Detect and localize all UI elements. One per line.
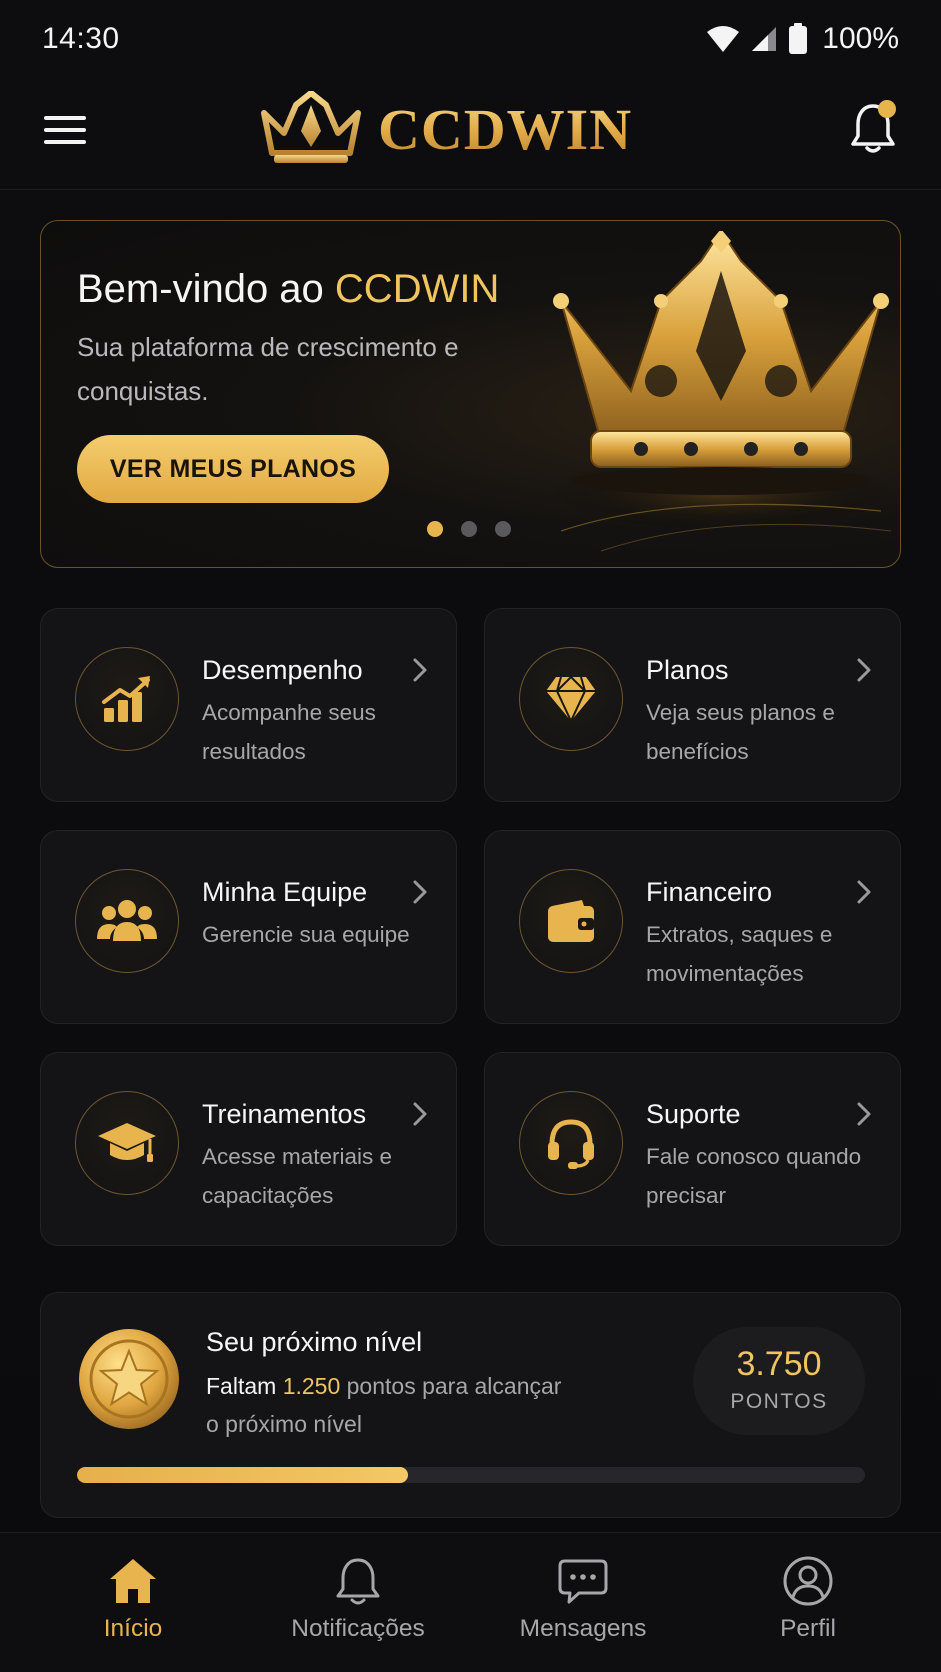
hero-title-brand: CCDWIN	[334, 267, 500, 311]
wallet-icon	[548, 900, 594, 942]
level-suffix: pontos para alcançar	[346, 1373, 562, 1399]
level-description-line2: o próximo nível	[206, 1411, 362, 1437]
nav-label: Início	[103, 1615, 163, 1642]
card-icon-circle	[75, 1091, 179, 1195]
card-suporte[interactable]: Suporte Fale conosco quando precisar	[484, 1052, 901, 1246]
level-progress-bar	[77, 1467, 865, 1483]
card-icon-circle	[519, 647, 623, 751]
carousel-indicators	[427, 521, 511, 537]
hero-title-prefix: Bem-vindo ao	[77, 267, 335, 311]
status-time: 14:30	[42, 22, 120, 55]
menu-bar	[44, 140, 86, 144]
nav-perfil[interactable]: Perfil	[708, 1555, 908, 1665]
menu-bar	[44, 128, 86, 132]
points-value: 3.750	[736, 1345, 822, 1383]
chevron-right-icon	[413, 1102, 427, 1126]
brand-logo: CCDWIN	[258, 86, 632, 172]
card-title: Financeiro	[646, 877, 773, 907]
bell-icon	[336, 1558, 380, 1605]
points-badge: 3.750 PONTOS	[693, 1327, 865, 1435]
card-minha-equipe[interactable]: Minha Equipe Gerencie sua equipe	[40, 830, 457, 1024]
card-title: Desempenho	[202, 655, 363, 685]
headset-icon	[548, 1119, 594, 1169]
card-description: Acompanhe seus resultados	[202, 700, 376, 764]
card-treinamentos[interactable]: Treinamentos Acesse materiais e capacita…	[40, 1052, 457, 1246]
bottom-navigation: Início Notificações Mensagens Perfil	[0, 1532, 941, 1672]
nav-label: Mensagens	[519, 1615, 647, 1642]
card-description: Gerencie sua equipe	[202, 922, 410, 947]
nav-notificacoes[interactable]: Notificações	[258, 1555, 458, 1665]
team-icon	[97, 900, 157, 941]
graduation-cap-icon	[98, 1123, 156, 1162]
level-prefix: Faltam	[206, 1373, 277, 1399]
notification-badge	[878, 100, 896, 118]
card-icon-circle	[519, 1091, 623, 1195]
carousel-dot[interactable]	[427, 521, 443, 537]
brand-name: CCDWIN	[378, 96, 633, 162]
star-coin-icon	[79, 1329, 179, 1429]
chat-icon	[558, 1559, 608, 1604]
menu-bar	[44, 116, 86, 120]
notifications-button[interactable]	[850, 100, 900, 160]
next-level-card[interactable]: Seu próximo nível Faltam 1.250 pontos pa…	[40, 1292, 901, 1518]
card-title: Suporte	[646, 1099, 741, 1129]
carousel-dot[interactable]	[461, 521, 477, 537]
chevron-right-icon	[413, 880, 427, 904]
level-progress-fill	[77, 1467, 408, 1483]
card-desempenho[interactable]: Desempenho Acompanhe seus resultados	[40, 608, 457, 802]
wifi-icon	[707, 26, 740, 52]
status-bar: 14:30 100%	[0, 0, 941, 78]
card-description: Fale conosco quando precisar	[646, 1144, 862, 1208]
card-title: Treinamentos	[202, 1099, 367, 1129]
crown-logo-icon	[261, 91, 361, 163]
profile-icon	[783, 1556, 833, 1606]
nav-mensagens[interactable]: Mensagens	[483, 1555, 683, 1665]
app-header: CCDWIN	[0, 78, 941, 190]
level-title: Seu próximo nível	[206, 1327, 423, 1357]
card-icon-circle	[519, 869, 623, 973]
hero-title: Bem-vindo ao CCDWIN	[77, 267, 499, 312]
hero-subtitle: Sua plataforma de crescimento e conquist…	[77, 332, 459, 406]
carousel-dot[interactable]	[495, 521, 511, 537]
nav-label: Perfil	[780, 1615, 836, 1642]
card-description: Veja seus planos e benefícios	[646, 700, 835, 764]
diamond-icon	[546, 675, 596, 724]
level-description: Faltam 1.250 pontos para alcançar	[206, 1367, 561, 1405]
card-description: Extratos, saques e movimentações	[646, 922, 833, 986]
chevron-right-icon	[857, 658, 871, 682]
card-financeiro[interactable]: Financeiro Extratos, saques e movimentaç…	[484, 830, 901, 1024]
card-icon-circle	[75, 869, 179, 973]
card-title: Minha Equipe	[202, 877, 368, 907]
view-plans-button[interactable]: VER MEUS PLANOS	[77, 435, 389, 503]
card-title: Planos	[646, 655, 729, 685]
chevron-right-icon	[857, 880, 871, 904]
app-screen: 14:30 100% CCDWIN Bem-vindo ao CCDWIN Su…	[0, 0, 941, 1672]
card-planos[interactable]: Planos Veja seus planos e benefícios	[484, 608, 901, 802]
battery-icon	[789, 23, 808, 54]
card-icon-circle	[75, 647, 179, 751]
points-missing: 1.250	[282, 1373, 341, 1399]
home-icon	[110, 1559, 156, 1603]
points-label: PONTOS	[730, 1390, 828, 1413]
crown-illustration	[551, 231, 892, 552]
chart-growth-icon	[102, 676, 150, 722]
signal-icon	[752, 27, 777, 51]
nav-inicio[interactable]: Início	[33, 1555, 233, 1665]
hero-banner[interactable]: Bem-vindo ao CCDWIN Sua plataforma de cr…	[40, 220, 901, 568]
chevron-right-icon	[413, 658, 427, 682]
card-description: Acesse materiais e capacitações	[202, 1144, 393, 1208]
nav-label: Notificações	[291, 1615, 425, 1642]
chevron-right-icon	[857, 1102, 871, 1126]
status-icons: 100%	[706, 22, 899, 56]
menu-button[interactable]	[44, 110, 88, 154]
battery-percent: 100%	[822, 22, 899, 55]
